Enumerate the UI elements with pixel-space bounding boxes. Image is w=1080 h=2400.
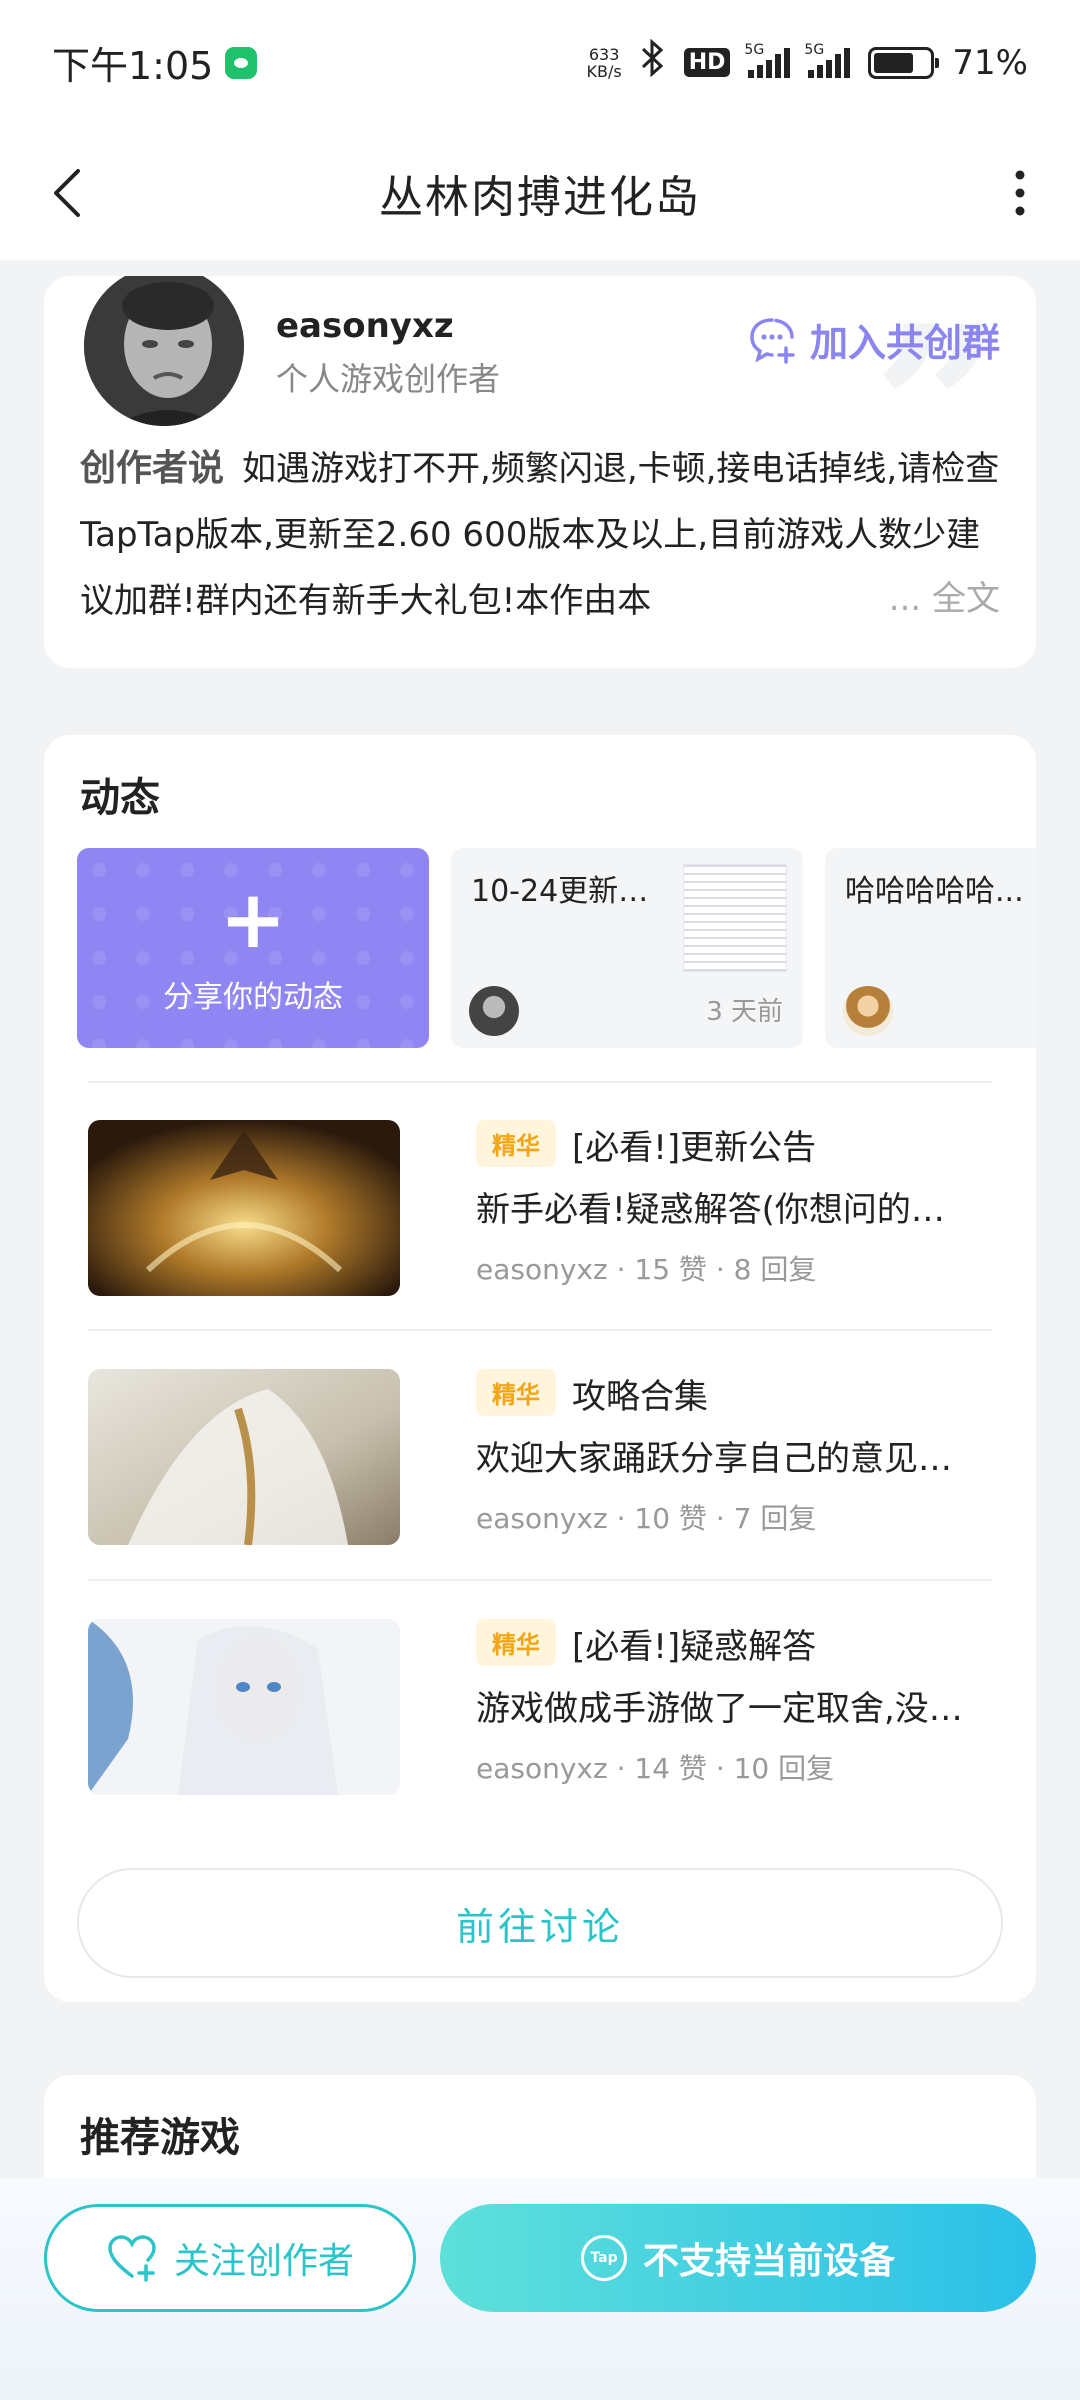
signal-1-label: 5G (744, 41, 765, 58)
taptap-logo-icon: Tap (580, 2235, 627, 2281)
recommend-title: 推荐游戏 (80, 2115, 240, 2161)
dynamic-tile-image (683, 864, 787, 972)
status-time-group: 下午1:05 (52, 35, 258, 90)
hd-badge: HD (683, 48, 731, 77)
post-item[interactable]: 精华 [必看!]更新公告 新手必看!疑惑解答(你想问的… easonyxz · … (88, 1120, 992, 1296)
creator-avatar[interactable] (80, 276, 248, 430)
status-bar: 下午1:05 633 KB/s HD 5G 5G 71% (0, 0, 1080, 125)
dynamics-title: 动态 (80, 775, 160, 821)
back-icon (54, 169, 80, 217)
more-icon (1015, 170, 1025, 216)
network-speed-value: 633 (588, 44, 620, 64)
bottom-action-bar: 关注创作者 Tap 不支持当前设备 (0, 2178, 1080, 2400)
post-title: [必看!]疑惑解答 (572, 1627, 817, 1667)
post-title: 攻略合集 (572, 1377, 708, 1417)
network-speed: 633 KB/s (587, 46, 622, 80)
post-meta: easonyxz · 15 赞 · 8 回复 (476, 1253, 817, 1286)
unsupported-device-label: 不支持当前设备 (642, 2241, 895, 2282)
status-time: 下午1:05 (52, 44, 214, 88)
post-meta: easonyxz · 10 赞 · 7 回复 (476, 1502, 817, 1535)
dynamics-carousel[interactable]: + 分享你的动态 10-24更新公告 3 天前 哈哈哈哈哈... (77, 848, 1036, 1048)
network-speed-unit: KB/s (586, 61, 622, 81)
top-nav-bar: 丛林肉搏进化岛 (0, 125, 1080, 260)
dynamics-card: 动态 + 分享你的动态 10-24更新公告 3 天前 哈哈哈哈哈... 精华 [… (44, 735, 1036, 2002)
creator-name[interactable]: easonyxz (276, 306, 454, 346)
post-thumbnail (88, 1120, 400, 1296)
essence-tag: 精华 (476, 1369, 556, 1416)
plus-icon: + (219, 873, 287, 966)
follow-creator-label: 关注创作者 (173, 2241, 354, 2282)
divider (88, 1329, 992, 1331)
dynamic-tile-title: 10-24更新公告 (471, 874, 671, 909)
bluetooth-icon (640, 38, 666, 86)
creator-card: ” easonyxz 个人游戏创作者 加入共创群 创作者说 如遇游戏打不开,频繁… (44, 276, 1036, 668)
signal-2-label: 5G (804, 41, 825, 58)
battery-level (874, 52, 913, 73)
page-title: 丛林肉搏进化岛 (379, 171, 701, 223)
recommend-games-card: 推荐游戏 (44, 2075, 1036, 2178)
divider (88, 1579, 992, 1581)
divider (88, 1081, 992, 1083)
full-text-link[interactable]: ... 全文 (878, 566, 1000, 632)
signal-icon-2: 5G (804, 42, 851, 78)
dynamic-tile-avatar (469, 986, 519, 1036)
unsupported-device-button[interactable]: Tap 不支持当前设备 (440, 2204, 1036, 2312)
dynamic-tile[interactable]: 哈哈哈哈哈... (825, 848, 1036, 1048)
post-thumbnail (88, 1369, 400, 1545)
join-group-button[interactable]: 加入共创群 (746, 312, 1000, 367)
content-scroll[interactable]: ” easonyxz 个人游戏创作者 加入共创群 创作者说 如遇游戏打不开,频繁… (0, 260, 1080, 2178)
intro-label: 创作者说 (80, 448, 225, 489)
dynamic-tile-title: 哈哈哈哈哈... (845, 874, 1024, 909)
creator-role: 个人游戏创作者 (276, 360, 501, 398)
creator-intro[interactable]: 创作者说 如遇游戏打不开,频繁闪退,卡顿,接电话掉线,请检查TapTap版本,更新… (80, 436, 1000, 636)
post-description: 新手必看!疑惑解答(你想问的… (476, 1190, 945, 1230)
essence-tag: 精华 (476, 1619, 556, 1666)
signal-icon-1: 5G (744, 42, 791, 78)
status-icons: 633 KB/s HD 5G 5G 71% (587, 38, 1028, 86)
back-button[interactable] (40, 163, 100, 223)
battery-percent: 71% (952, 42, 1028, 83)
goto-discussion-button[interactable]: 前往讨论 (77, 1868, 1003, 1978)
group-chat-add-icon (750, 317, 795, 364)
post-description: 欢迎大家踊跃分享自己的意见… (476, 1439, 952, 1479)
battery-icon (868, 46, 940, 79)
follow-creator-button[interactable]: 关注创作者 (44, 2204, 416, 2312)
post-meta: easonyxz · 14 赞 · 10 回复 (476, 1752, 835, 1785)
heart-add-icon (108, 2235, 156, 2282)
dynamic-tile-time: 3 天前 (706, 997, 783, 1027)
post-item[interactable]: 精华 攻略合集 欢迎大家踊跃分享自己的意见… easonyxz · 10 赞 ·… (88, 1369, 992, 1545)
dynamic-tile-avatar (843, 986, 893, 1036)
share-dynamic-label: 分享你的动态 (163, 980, 343, 1015)
post-thumbnail (88, 1619, 400, 1795)
post-description: 游戏做成手游做了一定取舍,没… (476, 1689, 963, 1729)
dynamic-tile[interactable]: 10-24更新公告 3 天前 (451, 848, 803, 1048)
message-notification-icon (225, 46, 258, 79)
post-item[interactable]: 精华 [必看!]疑惑解答 游戏做成手游做了一定取舍,没… easonyxz · … (88, 1619, 992, 1795)
more-options-button[interactable] (1000, 163, 1040, 223)
join-group-label: 加入共创群 (809, 321, 1000, 365)
essence-tag: 精华 (476, 1120, 556, 1167)
share-dynamic-button[interactable]: + 分享你的动态 (77, 848, 429, 1048)
post-title: [必看!]更新公告 (572, 1128, 817, 1168)
